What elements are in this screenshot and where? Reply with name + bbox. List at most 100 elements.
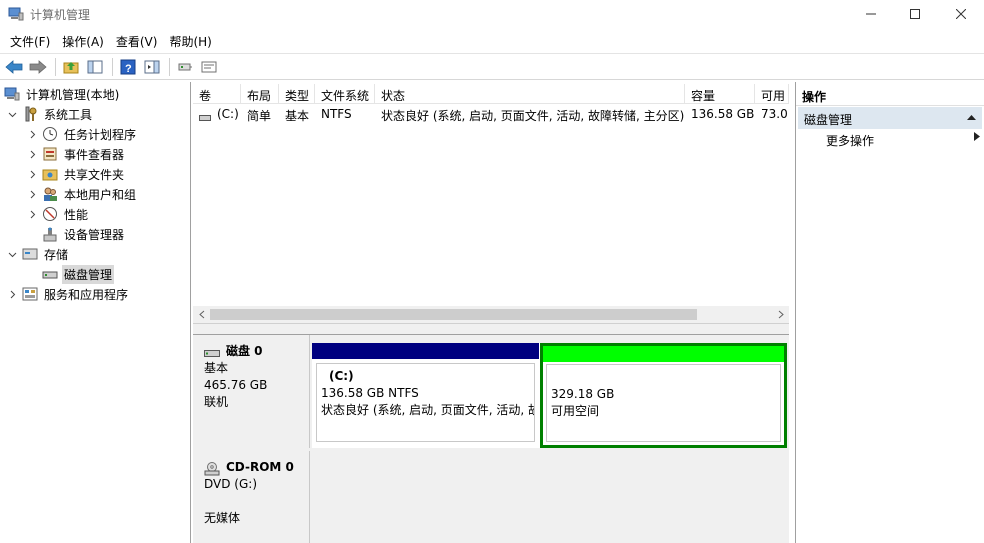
partition-c[interactable]: (C:) 136.58 GB NTFS 状态良好 (系统, 启动, 页面文件, … [312, 343, 539, 448]
tree-label: 设备管理器 [64, 227, 125, 242]
tree-label: 事件查看器 [64, 147, 125, 162]
chevron-right-icon[interactable] [6, 288, 18, 300]
tree-item-shared-folders[interactable]: 共享文件夹 [26, 164, 126, 184]
close-button[interactable] [938, 0, 984, 28]
tree-item-storage[interactable]: 存储 [6, 244, 70, 264]
filesystem-cell: NTFS [321, 107, 352, 121]
toolbar: ? [0, 53, 984, 80]
column-header[interactable]: 文件系统 [315, 84, 375, 104]
maximize-button[interactable] [892, 0, 938, 28]
menu-action[interactable]: 操作(A) [56, 30, 110, 52]
tree-label: 存储 [44, 247, 69, 262]
tree-item-system-tools[interactable]: 系统工具 [6, 104, 94, 124]
storage-icon [22, 246, 38, 262]
free-space-cell: 73.0 [761, 107, 788, 121]
disk-name: 磁盘 0 [226, 344, 263, 358]
menu-view[interactable]: 查看(V) [110, 30, 164, 52]
tree-label: 性能 [64, 207, 89, 222]
scroll-right-icon[interactable] [772, 306, 789, 323]
svg-text:?: ? [125, 63, 132, 75]
properties-icon[interactable] [141, 56, 163, 78]
help-icon[interactable]: ? [117, 56, 139, 78]
connect-icon[interactable] [174, 56, 196, 78]
column-header[interactable]: 状态 [375, 84, 685, 104]
more-actions-item[interactable]: 更多操作 [826, 132, 980, 152]
chevron-right-icon[interactable] [26, 168, 38, 180]
computer-management-icon [4, 86, 20, 102]
horizontal-scrollbar[interactable] [193, 306, 789, 323]
actions-group-disk-management[interactable]: 磁盘管理 [798, 107, 982, 129]
settings-icon[interactable] [198, 56, 220, 78]
type-cell: 基本 [285, 109, 310, 123]
tree-label: 计算机管理(本地) [26, 87, 120, 102]
partition-body: (C:) 136.58 GB NTFS 状态良好 (系统, 启动, 页面文件, … [316, 363, 535, 442]
tree-label: 系统工具 [44, 107, 93, 122]
disk-type: 基本 [204, 361, 229, 375]
partition-color-bar [543, 346, 784, 362]
back-arrow-icon[interactable] [3, 56, 25, 78]
menu-help[interactable]: 帮助(H) [163, 30, 217, 52]
computer-management-window: 计算机管理 文件(F) 操作(A) 查看(V) 帮助(H) ? 计算机管理(本地… [0, 0, 984, 543]
clock-icon [42, 126, 58, 142]
actions-pane: 操作 磁盘管理 更多操作 [795, 82, 984, 543]
column-header[interactable]: 布局 [241, 84, 279, 104]
partition-status: 可用空间 [551, 404, 600, 418]
disk-map: 磁盘 0 基本 465.76 GB 联机 (C:) 136.58 GB NTFS… [193, 335, 789, 543]
toolbar-separator [169, 57, 170, 76]
capacity-cell: 136.58 GB [691, 107, 755, 121]
disk-0-info[interactable]: 磁盘 0 基本 465.76 GB 联机 [195, 335, 310, 448]
services-icon [22, 286, 38, 302]
show-hide-tree-icon[interactable] [84, 56, 106, 78]
disk-management-content: 卷 布局 类型 文件系统 状态 容量 可用 (C:) 简单 基本 NTFS 状态… [193, 82, 791, 543]
column-header[interactable]: 可用 [755, 84, 789, 104]
scrollbar-thumb[interactable] [210, 309, 697, 320]
chevron-right-icon[interactable] [26, 188, 38, 200]
cd-drive-icon [204, 461, 220, 475]
chevron-right-icon[interactable] [26, 208, 38, 220]
collapse-up-icon[interactable] [967, 112, 976, 123]
cdrom-0-info[interactable]: CD-ROM 0 DVD (G:) 无媒体 [195, 451, 310, 543]
tree-item-disk-management[interactable]: 磁盘管理 [42, 264, 115, 284]
window-title: 计算机管理 [30, 8, 91, 22]
volume-table-header: 卷 布局 类型 文件系统 状态 容量 可用 [193, 84, 789, 104]
title-bar: 计算机管理 [0, 0, 984, 28]
disk-size: 465.76 GB [204, 378, 268, 392]
status-cell: 状态良好 (系统, 启动, 页面文件, 活动, 故障转储, 主分区) [381, 109, 685, 123]
layout-cell: 简单 [247, 109, 272, 123]
disk-0-partitions: (C:) 136.58 GB NTFS 状态良好 (系统, 启动, 页面文件, … [312, 343, 787, 448]
chevron-right-icon[interactable] [26, 148, 38, 160]
device-manager-icon [42, 226, 58, 242]
toolbar-separator [112, 57, 113, 76]
event-viewer-icon [42, 146, 58, 162]
tree-item-performance[interactable]: 性能 [26, 204, 90, 224]
actions-group-label: 磁盘管理 [804, 113, 853, 127]
pane-splitter[interactable] [193, 323, 789, 335]
disk-state: 无媒体 [204, 511, 241, 525]
tree-item-services[interactable]: 服务和应用程序 [6, 284, 130, 304]
chevron-down-icon[interactable] [6, 108, 18, 120]
scroll-left-icon[interactable] [193, 306, 210, 323]
tree-item-local-users[interactable]: 本地用户和组 [26, 184, 138, 204]
tree-item-event-viewer[interactable]: 事件查看器 [26, 144, 126, 164]
menu-file[interactable]: 文件(F) [4, 30, 56, 52]
minimize-button[interactable] [848, 0, 894, 28]
column-header[interactable]: 类型 [279, 84, 315, 104]
chevron-right-icon[interactable] [26, 128, 38, 140]
column-header[interactable]: 容量 [685, 84, 755, 104]
partition-unallocated[interactable]: 329.18 GB 可用空间 [540, 343, 787, 448]
partition-size: 136.58 GB NTFS [321, 386, 419, 400]
disk-type: DVD (G:) [204, 477, 257, 491]
column-header[interactable]: 卷 [193, 84, 241, 104]
volume-cell: (C:) [193, 104, 241, 124]
tree-item-root[interactable]: 计算机管理(本地) [4, 84, 121, 104]
tree-item-task-scheduler[interactable]: 任务计划程序 [26, 124, 138, 144]
tree-item-device-manager[interactable]: 设备管理器 [42, 224, 126, 244]
chevron-down-icon[interactable] [6, 248, 18, 260]
up-folder-icon[interactable] [60, 56, 82, 78]
computer-management-icon [8, 6, 24, 22]
actions-header: 操作 [796, 84, 984, 106]
navigation-tree: 计算机管理(本地) 系统工具 任务计划程序 事件查看器 共享文件夹 本地用户和组… [0, 82, 191, 543]
tree-label: 本地用户和组 [64, 187, 137, 202]
forward-arrow-icon[interactable] [27, 56, 49, 78]
table-row[interactable]: (C:) 简单 基本 NTFS 状态良好 (系统, 启动, 页面文件, 活动, … [193, 104, 789, 124]
